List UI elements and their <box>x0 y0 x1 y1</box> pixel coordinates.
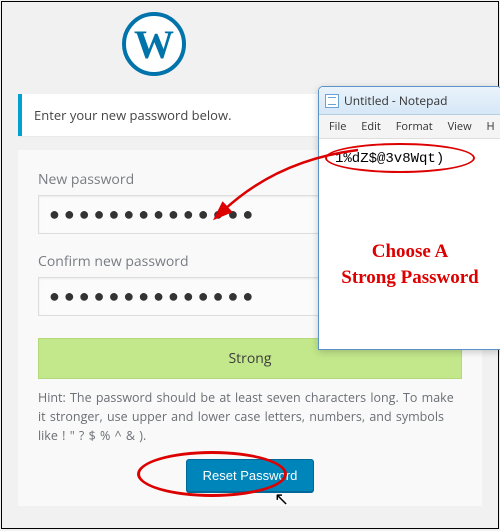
notepad-menubar[interactable]: File Edit Format View H <box>319 115 500 139</box>
caption-line2: Strong Password <box>341 267 478 288</box>
wordpress-logo-icon: W <box>122 12 186 76</box>
menu-file[interactable]: File <box>323 117 352 136</box>
notepad-title: Untitled - Notepad <box>344 92 495 109</box>
annotation-caption: Choose A Strong Password <box>319 239 500 290</box>
reset-password-button[interactable]: Reset Password <box>186 459 315 492</box>
notice-text: Enter your new password below. <box>34 106 232 124</box>
notepad-body[interactable]: 1%dZ$@3v8Wqt) Choose A Strong Password <box>319 139 500 350</box>
strength-label: Strong <box>229 349 272 368</box>
password-hint: Hint: The password should be at least se… <box>38 389 462 445</box>
notepad-titlebar[interactable]: Untitled - Notepad <box>319 87 500 115</box>
menu-view[interactable]: View <box>442 117 478 136</box>
wordpress-logo: W <box>2 2 498 76</box>
menu-edit[interactable]: Edit <box>355 117 387 136</box>
menu-format[interactable]: Format <box>390 117 439 136</box>
menu-help[interactable]: H <box>480 117 500 136</box>
caption-line1: Choose A <box>372 241 449 262</box>
notepad-app-icon <box>325 94 339 108</box>
annotation-ellipse-password <box>325 143 475 173</box>
reset-button-label: Reset Password <box>203 468 298 483</box>
notepad-window: Untitled - Notepad File Edit Format View… <box>318 86 500 350</box>
